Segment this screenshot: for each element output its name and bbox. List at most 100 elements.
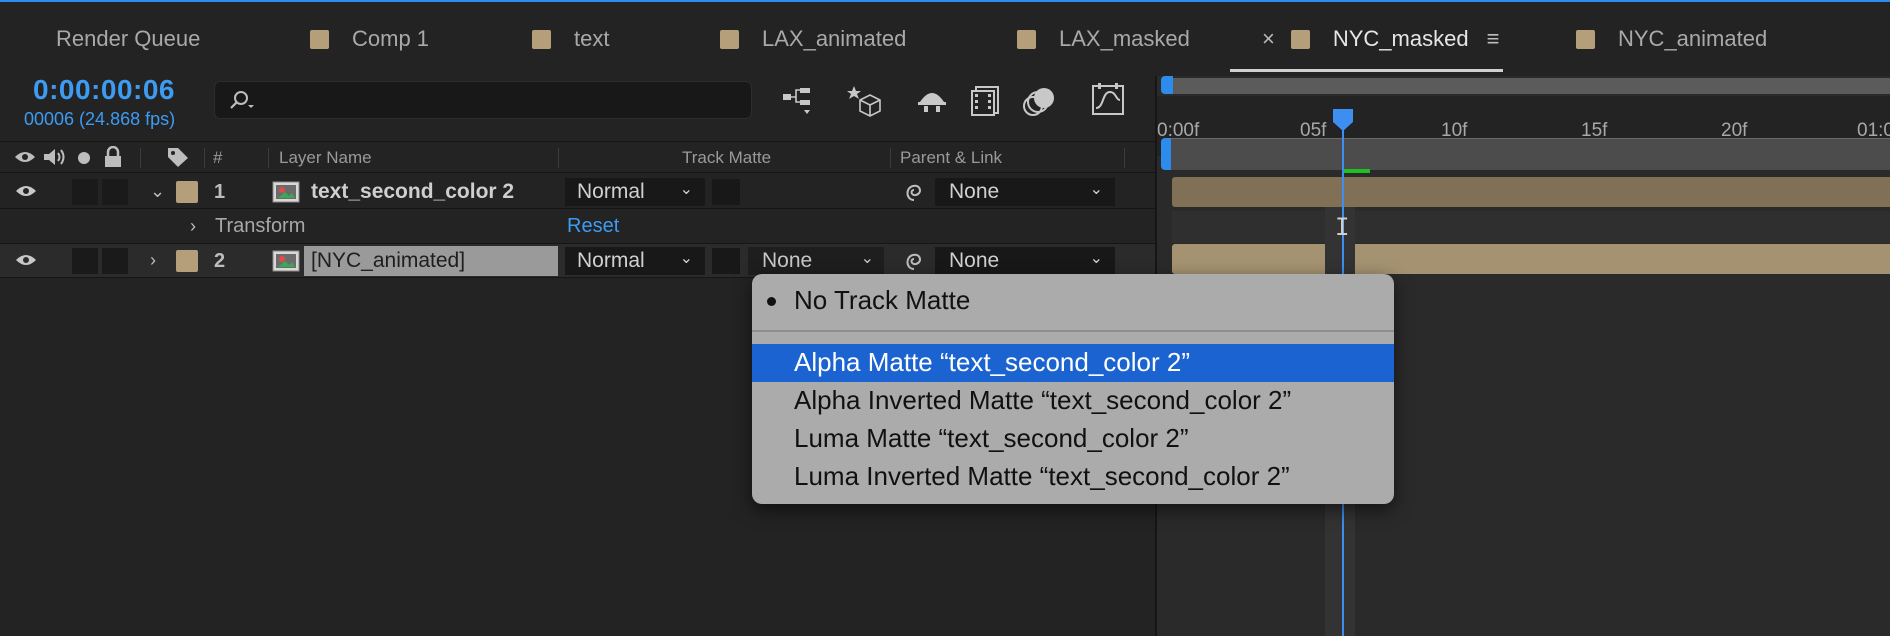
solo-toggle[interactable] [72, 248, 98, 274]
footage-layer-icon [272, 250, 300, 272]
parent-select[interactable]: None ⌄ [935, 178, 1115, 206]
tab-bar: Render Queue Comp 1 text LAX_animated LA… [0, 0, 1890, 76]
layer-column-header: # Layer Name Track Matte Parent & Link [0, 141, 1155, 173]
chevron-down-icon[interactable]: ⌄ [150, 181, 165, 202]
comp-flowchart-icon[interactable] [780, 82, 816, 118]
draft-3d-icon[interactable] [846, 82, 882, 118]
track-matte-select[interactable]: None ⌄ [748, 247, 884, 275]
label-color-swatch [532, 29, 551, 49]
search-input[interactable] [214, 81, 752, 119]
tab-lax-masked[interactable]: LAX_masked [1017, 2, 1190, 76]
lock-toggle[interactable] [102, 248, 128, 274]
tab-nyc-animated[interactable]: NYC_animated [1576, 2, 1767, 76]
label-color-swatch [720, 29, 739, 49]
panel-menu-icon[interactable]: ≡ [1487, 26, 1500, 52]
chevron-right-icon[interactable]: › [190, 216, 196, 237]
lock-toggle[interactable] [102, 179, 128, 205]
layer-row-1[interactable]: ⌄ 1 text_second_color 2 Normal ⌄ None ⌄ [0, 175, 1155, 209]
menu-item-luma-matte[interactable]: Luma Matte “text_second_color 2” [752, 420, 1394, 458]
chevron-down-icon: ⌄ [1089, 181, 1103, 198]
pickwhip-icon[interactable] [900, 247, 928, 275]
label-color-swatch [310, 29, 329, 49]
text-layer-icon [272, 181, 300, 203]
video-visibility-icon[interactable] [14, 150, 36, 164]
track-matte-value: None [762, 249, 813, 272]
parent-value: None [949, 249, 1000, 272]
frame-count-display: 00006 (24.868 fps) [24, 109, 176, 129]
label-color-swatch [1290, 29, 1310, 49]
tab-label: Render Queue [56, 26, 201, 51]
menu-item-alpha-inverted-matte[interactable]: Alpha Inverted Matte “text_second_color … [752, 382, 1394, 420]
preserve-transparency-toggle[interactable] [712, 179, 740, 205]
layer-1-duration-bar[interactable] [1172, 177, 1890, 207]
lock-icon[interactable] [104, 146, 122, 168]
tab-text[interactable]: text [532, 2, 609, 76]
parent-select[interactable]: None ⌄ [935, 247, 1115, 275]
tab-label: LAX_animated [762, 26, 907, 51]
blend-mode-select[interactable]: Normal ⌄ [565, 178, 705, 206]
menu-item-label: No Track Matte [794, 285, 971, 315]
layer-row-2[interactable]: › 2 [NYC_animated] Normal ⌄ None ⌄ None … [0, 244, 1155, 278]
chevron-down-icon: ⌄ [679, 181, 693, 198]
column-track-matte[interactable]: Track Matte [682, 148, 771, 168]
tab-label: NYC_masked [1332, 26, 1469, 51]
tab-comp-1[interactable]: Comp 1 [310, 2, 429, 76]
label-color-swatch [1576, 29, 1595, 49]
time-navigator[interactable] [1167, 78, 1890, 94]
layer-2-duration-bar[interactable] [1172, 244, 1890, 274]
menu-item-no-track-matte[interactable]: No Track Matte [752, 282, 1394, 320]
time-navigator-start-handle[interactable] [1161, 76, 1173, 94]
column-divider [890, 148, 891, 168]
transform-row[interactable]: › Transform Reset [0, 210, 1155, 244]
transform-track [1172, 211, 1890, 243]
column-divider [1124, 148, 1125, 168]
frame-blending-icon[interactable] [970, 82, 1006, 118]
label-tag-icon[interactable] [166, 146, 190, 168]
motion-blur-icon[interactable] [1022, 82, 1058, 118]
playhead-handle-icon[interactable] [1332, 108, 1354, 132]
tab-label: NYC_animated [1618, 26, 1768, 51]
column-divider [558, 148, 559, 168]
chevron-down-icon: ⌄ [860, 250, 874, 267]
layer-label-color[interactable] [176, 250, 198, 272]
pickwhip-icon[interactable] [900, 178, 928, 206]
transform-reset-link[interactable]: Reset [567, 215, 619, 238]
solo-toggle[interactable] [72, 179, 98, 205]
eye-icon[interactable] [15, 184, 37, 198]
checked-bullet-icon [767, 297, 776, 306]
work-area-bar[interactable] [1165, 138, 1890, 170]
tab-label: text [574, 26, 610, 51]
blend-mode-value: Normal [577, 249, 645, 272]
layer-name[interactable]: text_second_color 2 [311, 180, 514, 204]
menu-item-label: Alpha Inverted Matte “text_second_color … [794, 385, 1292, 415]
graph-editor-icon[interactable] [1090, 82, 1126, 118]
chevron-right-icon[interactable]: › [150, 250, 156, 271]
current-time-display[interactable]: 0:00:00:06 [33, 74, 175, 106]
column-parent-link[interactable]: Parent & Link [900, 148, 1002, 168]
close-icon[interactable]: × [1262, 26, 1275, 52]
tab-lax-animated[interactable]: LAX_animated [720, 2, 906, 76]
transform-label[interactable]: Transform [215, 215, 305, 238]
menu-item-alpha-matte[interactable]: Alpha Matte “text_second_color 2” [752, 344, 1394, 382]
solo-icon[interactable] [78, 152, 90, 164]
tab-render-queue[interactable]: Render Queue [56, 2, 200, 76]
text-cursor-icon: I [1335, 213, 1350, 241]
menu-item-label: Alpha Matte “text_second_color 2” [794, 347, 1190, 377]
menu-item-label: Luma Matte “text_second_color 2” [794, 423, 1189, 453]
layer-name[interactable]: [NYC_animated] [311, 249, 465, 273]
work-area-start-handle[interactable] [1161, 138, 1171, 170]
shy-layers-icon[interactable] [914, 82, 950, 118]
column-number: # [213, 148, 223, 167]
blend-mode-select[interactable]: Normal ⌄ [565, 247, 705, 275]
menu-item-luma-inverted-matte[interactable]: Luma Inverted Matte “text_second_color 2… [752, 458, 1394, 496]
menu-item-label: Luma Inverted Matte “text_second_color 2… [794, 461, 1290, 491]
layer-label-color[interactable] [176, 181, 198, 203]
tab-nyc-masked[interactable]: × NYC_masked ≡ [1230, 2, 1504, 76]
blend-mode-value: Normal [577, 180, 645, 203]
eye-icon[interactable] [15, 253, 37, 267]
preserve-transparency-toggle[interactable] [712, 248, 740, 274]
column-divider [268, 148, 269, 168]
label-color-swatch [1017, 29, 1036, 49]
audio-icon[interactable] [42, 147, 66, 167]
column-layer-name[interactable]: Layer Name [279, 148, 372, 168]
